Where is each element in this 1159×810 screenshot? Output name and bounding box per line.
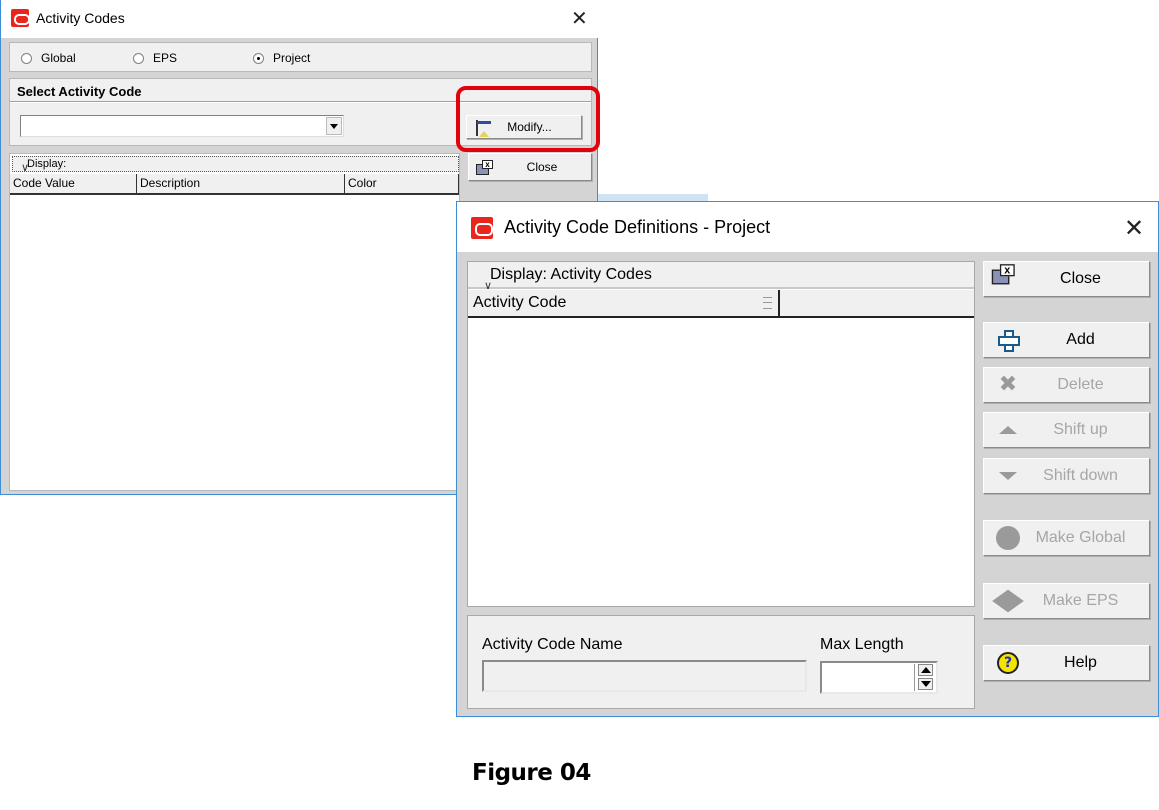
- button-label: Make Global: [1035, 529, 1126, 546]
- delete-button[interactable]: ✖ Delete: [983, 367, 1150, 403]
- column-header-color[interactable]: Color: [345, 174, 459, 193]
- radio-label: EPS: [153, 51, 178, 65]
- column-menu-icon[interactable]: [763, 297, 772, 309]
- title-bar: Activity Code Definitions - Project ✕: [457, 202, 1158, 252]
- display-options-bar[interactable]: Display: Activity Codes: [468, 262, 974, 289]
- display-label: Display: Activity Codes: [490, 266, 652, 283]
- triangle-down-icon: [996, 464, 1020, 488]
- button-label: Close: [526, 160, 558, 174]
- close-window-icon[interactable]: ✕: [571, 6, 588, 30]
- title-bar: Activity Codes ✕: [1, 0, 598, 38]
- close-button[interactable]: x Close: [468, 153, 592, 181]
- close-window-icon[interactable]: ✕: [1124, 214, 1144, 242]
- activity-code-name-label: Activity Code Name: [482, 636, 623, 653]
- close-window-icon: x: [476, 159, 493, 175]
- table-header: Code Value Description Color: [10, 174, 459, 195]
- make-global-button[interactable]: Make Global: [983, 520, 1150, 556]
- radio-project[interactable]: Project: [253, 51, 310, 65]
- radio-label: Project: [273, 51, 311, 65]
- column-label: Activity Code: [473, 294, 567, 311]
- radio-global[interactable]: Global: [21, 51, 76, 65]
- activity-code-details-panel: Activity Code Name Max Length: [467, 615, 975, 709]
- global-circle-icon: [996, 526, 1020, 550]
- button-label: Add: [1066, 331, 1095, 348]
- make-eps-button[interactable]: Make EPS: [983, 583, 1150, 619]
- shift-up-button[interactable]: Shift up: [983, 412, 1150, 448]
- shift-down-button[interactable]: Shift down: [983, 458, 1150, 494]
- eps-diamond-icon: [992, 589, 1024, 613]
- radio-button-selected-icon[interactable]: [253, 52, 264, 64]
- activity-code-dropdown[interactable]: [20, 115, 344, 137]
- button-label: Close: [1060, 270, 1101, 287]
- table-header: Activity Code: [468, 290, 974, 318]
- max-length-stepper[interactable]: [820, 661, 938, 694]
- oracle-app-icon: [471, 217, 493, 239]
- activity-code-definitions-dialog: Activity Code Definitions - Project ✕ Di…: [456, 201, 1159, 717]
- activity-codes-table: Display: Activity Codes Activity Code: [467, 261, 975, 607]
- radio-eps[interactable]: EPS: [133, 51, 177, 65]
- help-button[interactable]: ? Help: [983, 645, 1150, 681]
- button-label: Delete: [1057, 376, 1104, 393]
- close-window-icon: x: [991, 264, 1020, 291]
- plus-icon: [996, 328, 1020, 352]
- decrement-arrow-icon[interactable]: [918, 678, 933, 690]
- column-header-activity-code[interactable]: Activity Code: [468, 290, 780, 316]
- close-button[interactable]: x Close: [983, 261, 1150, 297]
- dialog-title: Activity Codes: [36, 10, 125, 26]
- figure-caption: Figure 04: [472, 760, 591, 786]
- help-question-icon: ?: [996, 651, 1020, 675]
- button-label: Help: [1064, 654, 1097, 671]
- increment-arrow-icon[interactable]: [918, 664, 933, 676]
- oracle-app-icon: [11, 9, 30, 27]
- column-header-description[interactable]: Description: [137, 174, 345, 193]
- radio-button-icon[interactable]: [133, 52, 144, 64]
- radio-label: Global: [41, 51, 76, 65]
- column-header-code-value[interactable]: Code Value: [10, 174, 137, 193]
- spinner: [914, 664, 934, 691]
- scope-radio-group: Global EPS Project: [9, 42, 592, 72]
- button-label: Make EPS: [1042, 592, 1119, 609]
- max-length-label: Max Length: [820, 636, 904, 653]
- select-activity-code-label: Select Activity Code: [17, 84, 142, 99]
- triangle-up-icon: [996, 418, 1020, 442]
- display-label: Display:: [27, 158, 67, 170]
- button-label: Shift down: [1043, 467, 1118, 484]
- background: [600, 0, 1159, 200]
- add-button[interactable]: Add: [983, 322, 1150, 358]
- display-options-bar[interactable]: Display:: [12, 156, 459, 172]
- highlight-annotation: [456, 86, 600, 152]
- delete-x-icon: ✖: [998, 372, 1018, 397]
- chevron-down-icon[interactable]: [326, 117, 342, 135]
- activity-code-name-field[interactable]: [482, 660, 807, 692]
- code-values-table: Display: Code Value Description Color: [9, 153, 460, 491]
- button-label: Shift up: [1053, 421, 1108, 438]
- dialog-title: Activity Code Definitions - Project: [504, 217, 771, 237]
- radio-button-icon[interactable]: [21, 52, 32, 64]
